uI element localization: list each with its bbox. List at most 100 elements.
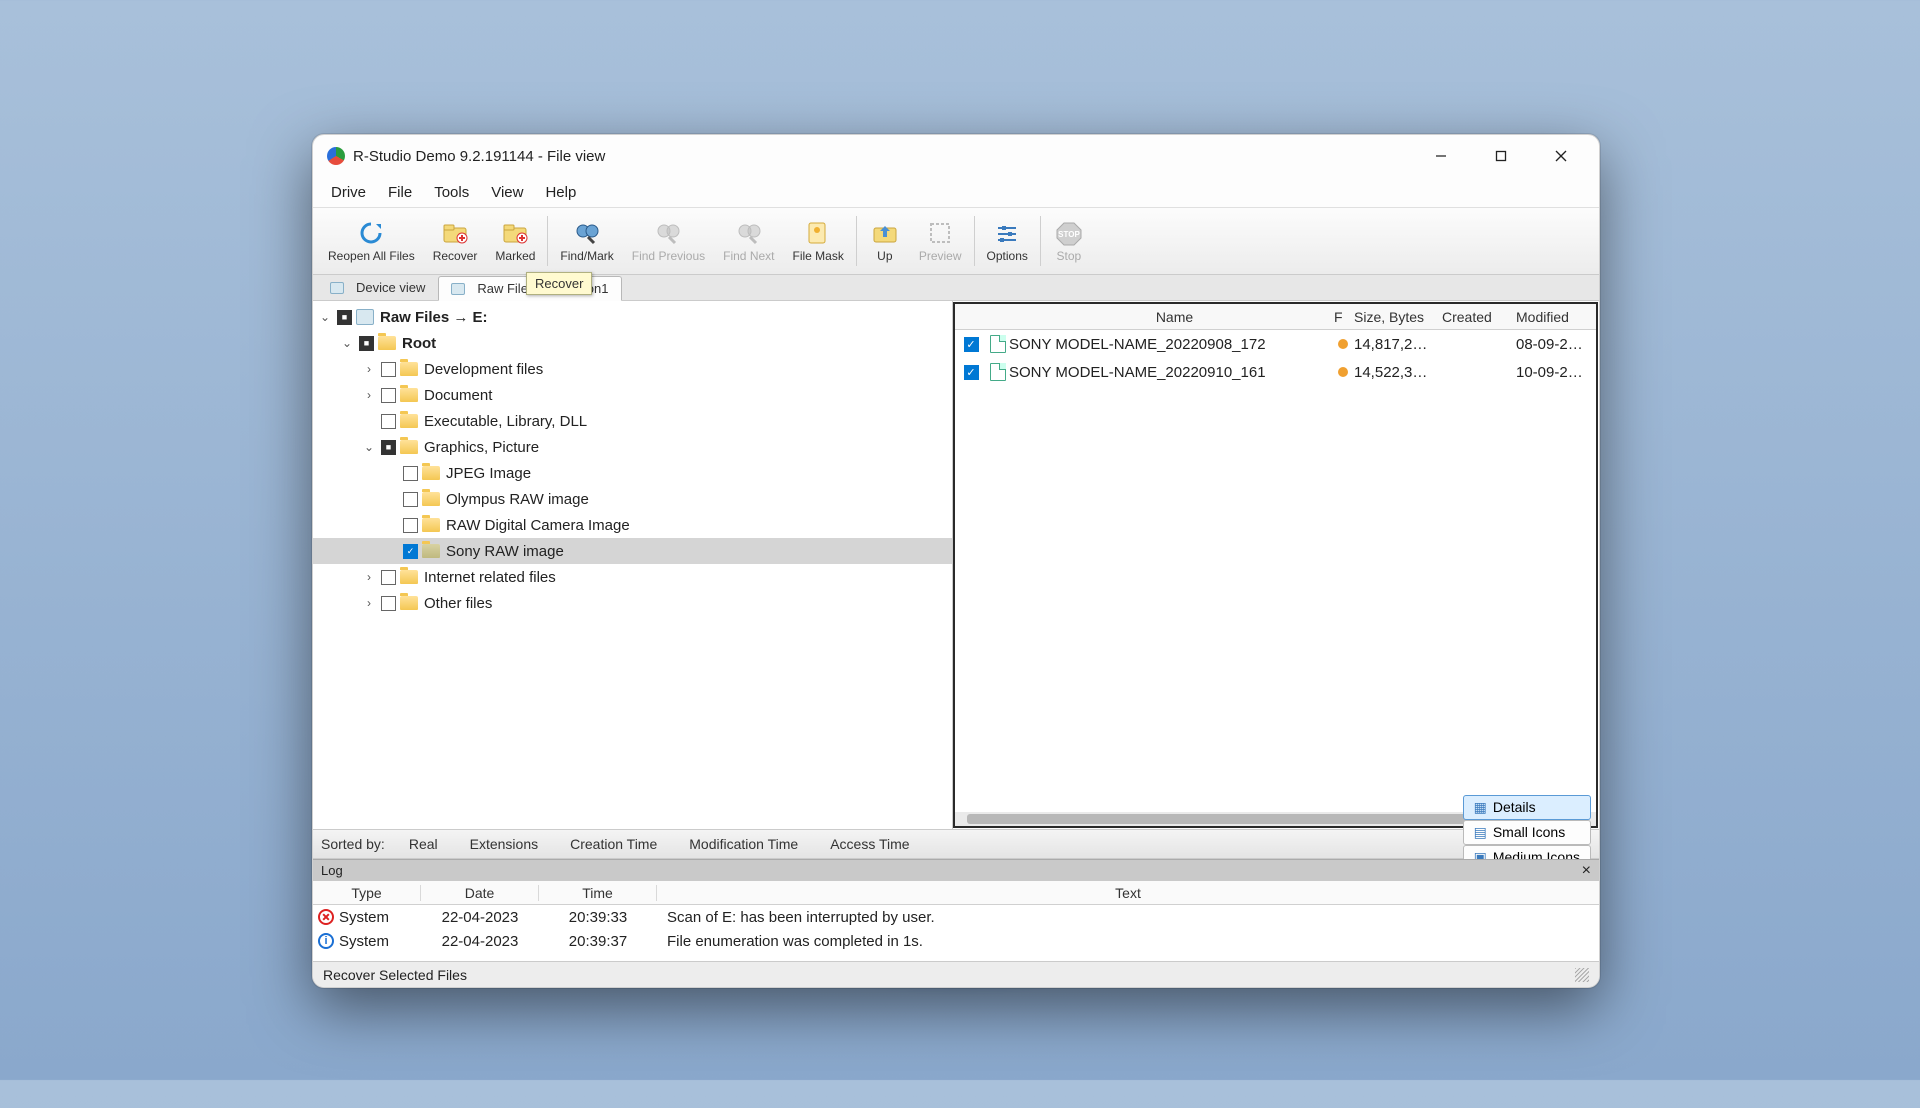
file-list[interactable]: ✓ SONY MODEL-NAME_20220908_172 14,817,2…… <box>955 330 1596 812</box>
tree-checkbox[interactable] <box>403 492 418 507</box>
log-col-time[interactable]: Time <box>539 885 657 901</box>
menubar: DriveFileToolsViewHelp <box>313 177 1599 207</box>
log-text: Scan of E: has been interrupted by user. <box>657 909 1599 926</box>
col-modified[interactable]: Modified <box>1516 309 1596 325</box>
log-header[interactable]: Log × <box>313 859 1599 881</box>
toolbar-recover[interactable]: Recover <box>424 211 487 271</box>
log-text: File enumeration was completed in 1s. <box>657 933 1599 950</box>
tree-pane[interactable]: ⌄■Raw Files → E: ⌄ ■ Root ›Development files… <box>313 301 953 829</box>
menu-view[interactable]: View <box>481 181 533 204</box>
expander-icon[interactable]: › <box>361 596 377 610</box>
tree-item[interactable]: ›Document <box>313 382 952 408</box>
folder-icon <box>422 466 440 480</box>
expander-icon[interactable]: ⌄ <box>339 336 355 350</box>
menu-file[interactable]: File <box>378 181 422 204</box>
titlebar[interactable]: R-Studio Demo 9.2.191144 - File view <box>313 135 1599 177</box>
toolbar-file-mask[interactable]: File Mask <box>784 211 853 271</box>
log-col-date[interactable]: Date <box>421 885 539 901</box>
tree-item[interactable]: ✓Sony RAW image <box>313 538 952 564</box>
log-columns[interactable]: Type Date Time Text <box>313 881 1599 905</box>
preview-icon <box>924 219 956 247</box>
tree-checkbox[interactable]: ■ <box>381 440 396 455</box>
maximize-button[interactable] <box>1471 135 1531 177</box>
file-row[interactable]: ✓ SONY MODEL-NAME_20220910_161 14,522,3…… <box>955 358 1596 386</box>
file-modified: 10-09-2… <box>1516 364 1596 381</box>
file-row[interactable]: ✓ SONY MODEL-NAME_20220908_172 14,817,2…… <box>955 330 1596 358</box>
log-close-button[interactable]: × <box>1582 862 1591 880</box>
col-size[interactable]: Size, Bytes <box>1354 309 1442 325</box>
tree-checkbox[interactable]: ■ <box>359 336 374 351</box>
toolbar-reopen-all-files[interactable]: Reopen All Files <box>319 211 424 271</box>
tree-checkbox[interactable] <box>381 388 396 403</box>
tab-icon <box>451 283 465 295</box>
tree-root[interactable]: ⌄■Raw Files → E: <box>313 304 952 330</box>
col-created[interactable]: Created <box>1442 309 1516 325</box>
toolbar-options[interactable]: Options <box>978 211 1037 271</box>
tree-checkbox[interactable] <box>381 414 396 429</box>
folder-icon <box>400 362 418 376</box>
file-icon <box>990 363 1006 381</box>
toolbar-find/mark[interactable]: Find/Mark <box>551 211 622 271</box>
expander-icon[interactable]: › <box>361 362 377 376</box>
resize-grip[interactable] <box>1575 968 1589 982</box>
log-type: System <box>339 933 421 950</box>
sort-access-time[interactable]: Access Time <box>816 833 923 855</box>
toolbar-recover-marked[interactable]: Marked <box>486 211 544 271</box>
reopen-icon <box>355 219 387 247</box>
log-row[interactable]: System 22-04-2023 20:39:33 Scan of E: ha… <box>313 905 1599 929</box>
log-col-text[interactable]: Text <box>657 885 1599 901</box>
tree-checkbox[interactable] <box>381 596 396 611</box>
sort-extensions[interactable]: Extensions <box>456 833 552 855</box>
tree-item[interactable]: ›Internet related files <box>313 564 952 590</box>
sort-creation-time[interactable]: Creation Time <box>556 833 671 855</box>
log-col-type[interactable]: Type <box>313 885 421 901</box>
tree-item[interactable]: Olympus RAW image <box>313 486 952 512</box>
tree-checkbox[interactable]: ✓ <box>403 544 418 559</box>
expander-icon[interactable]: › <box>361 388 377 402</box>
tree-item[interactable]: RAW Digital Camera Image <box>313 512 952 538</box>
tree-checkbox[interactable] <box>403 466 418 481</box>
find-prev-icon <box>652 219 684 247</box>
tree-checkbox[interactable]: ■ <box>337 310 352 325</box>
col-f[interactable]: F <box>1334 309 1354 325</box>
tree-checkbox[interactable] <box>403 518 418 533</box>
statusbar: Recover Selected Files <box>313 961 1599 987</box>
folder-icon <box>400 388 418 402</box>
log-time: 20:39:33 <box>539 909 657 926</box>
tree-checkbox[interactable] <box>381 570 396 585</box>
file-list-header[interactable]: Name F Size, Bytes Created Modified <box>955 304 1596 330</box>
app-icon <box>327 147 345 165</box>
tree-checkbox[interactable] <box>381 362 396 377</box>
view-details[interactable]: ▦Details <box>1463 795 1591 820</box>
folder-icon <box>400 414 418 428</box>
sort-real[interactable]: Real <box>395 833 452 855</box>
minimize-button[interactable] <box>1411 135 1471 177</box>
tab-device-view[interactable]: Device view <box>317 275 438 300</box>
tree-item[interactable]: JPEG Image <box>313 460 952 486</box>
tree-item[interactable]: ⌄■Graphics, Picture <box>313 434 952 460</box>
file-checkbox[interactable]: ✓ <box>964 337 979 352</box>
tree-item[interactable]: Executable, Library, DLL <box>313 408 952 434</box>
close-button[interactable] <box>1531 135 1591 177</box>
tree-item[interactable]: ›Other files <box>313 590 952 616</box>
menu-help[interactable]: Help <box>535 181 586 204</box>
menu-drive[interactable]: Drive <box>321 181 376 204</box>
toolbar-up[interactable]: Up <box>860 211 910 271</box>
col-name[interactable]: Name <box>1009 309 1334 325</box>
sort-modification-time[interactable]: Modification Time <box>675 833 812 855</box>
folder-icon <box>422 492 440 506</box>
log-date: 22-04-2023 <box>421 933 539 950</box>
main-body: ⌄■Raw Files → E: ⌄ ■ Root ›Development files… <box>313 301 1599 829</box>
status-dot-icon <box>1338 339 1348 349</box>
tree-item[interactable]: ›Development files <box>313 356 952 382</box>
tree-item[interactable]: ⌄ ■ Root <box>313 330 952 356</box>
log-body[interactable]: System 22-04-2023 20:39:33 Scan of E: ha… <box>313 905 1599 961</box>
view-small-icons[interactable]: ▤Small Icons <box>1463 820 1591 845</box>
expander-icon[interactable]: ⌄ <box>361 440 377 454</box>
expander-icon[interactable]: › <box>361 570 377 584</box>
file-checkbox[interactable]: ✓ <box>964 365 979 380</box>
up-icon <box>869 219 901 247</box>
tree-label: Root <box>402 335 436 352</box>
menu-tools[interactable]: Tools <box>424 181 479 204</box>
log-row[interactable]: i System 22-04-2023 20:39:37 File enumer… <box>313 929 1599 953</box>
